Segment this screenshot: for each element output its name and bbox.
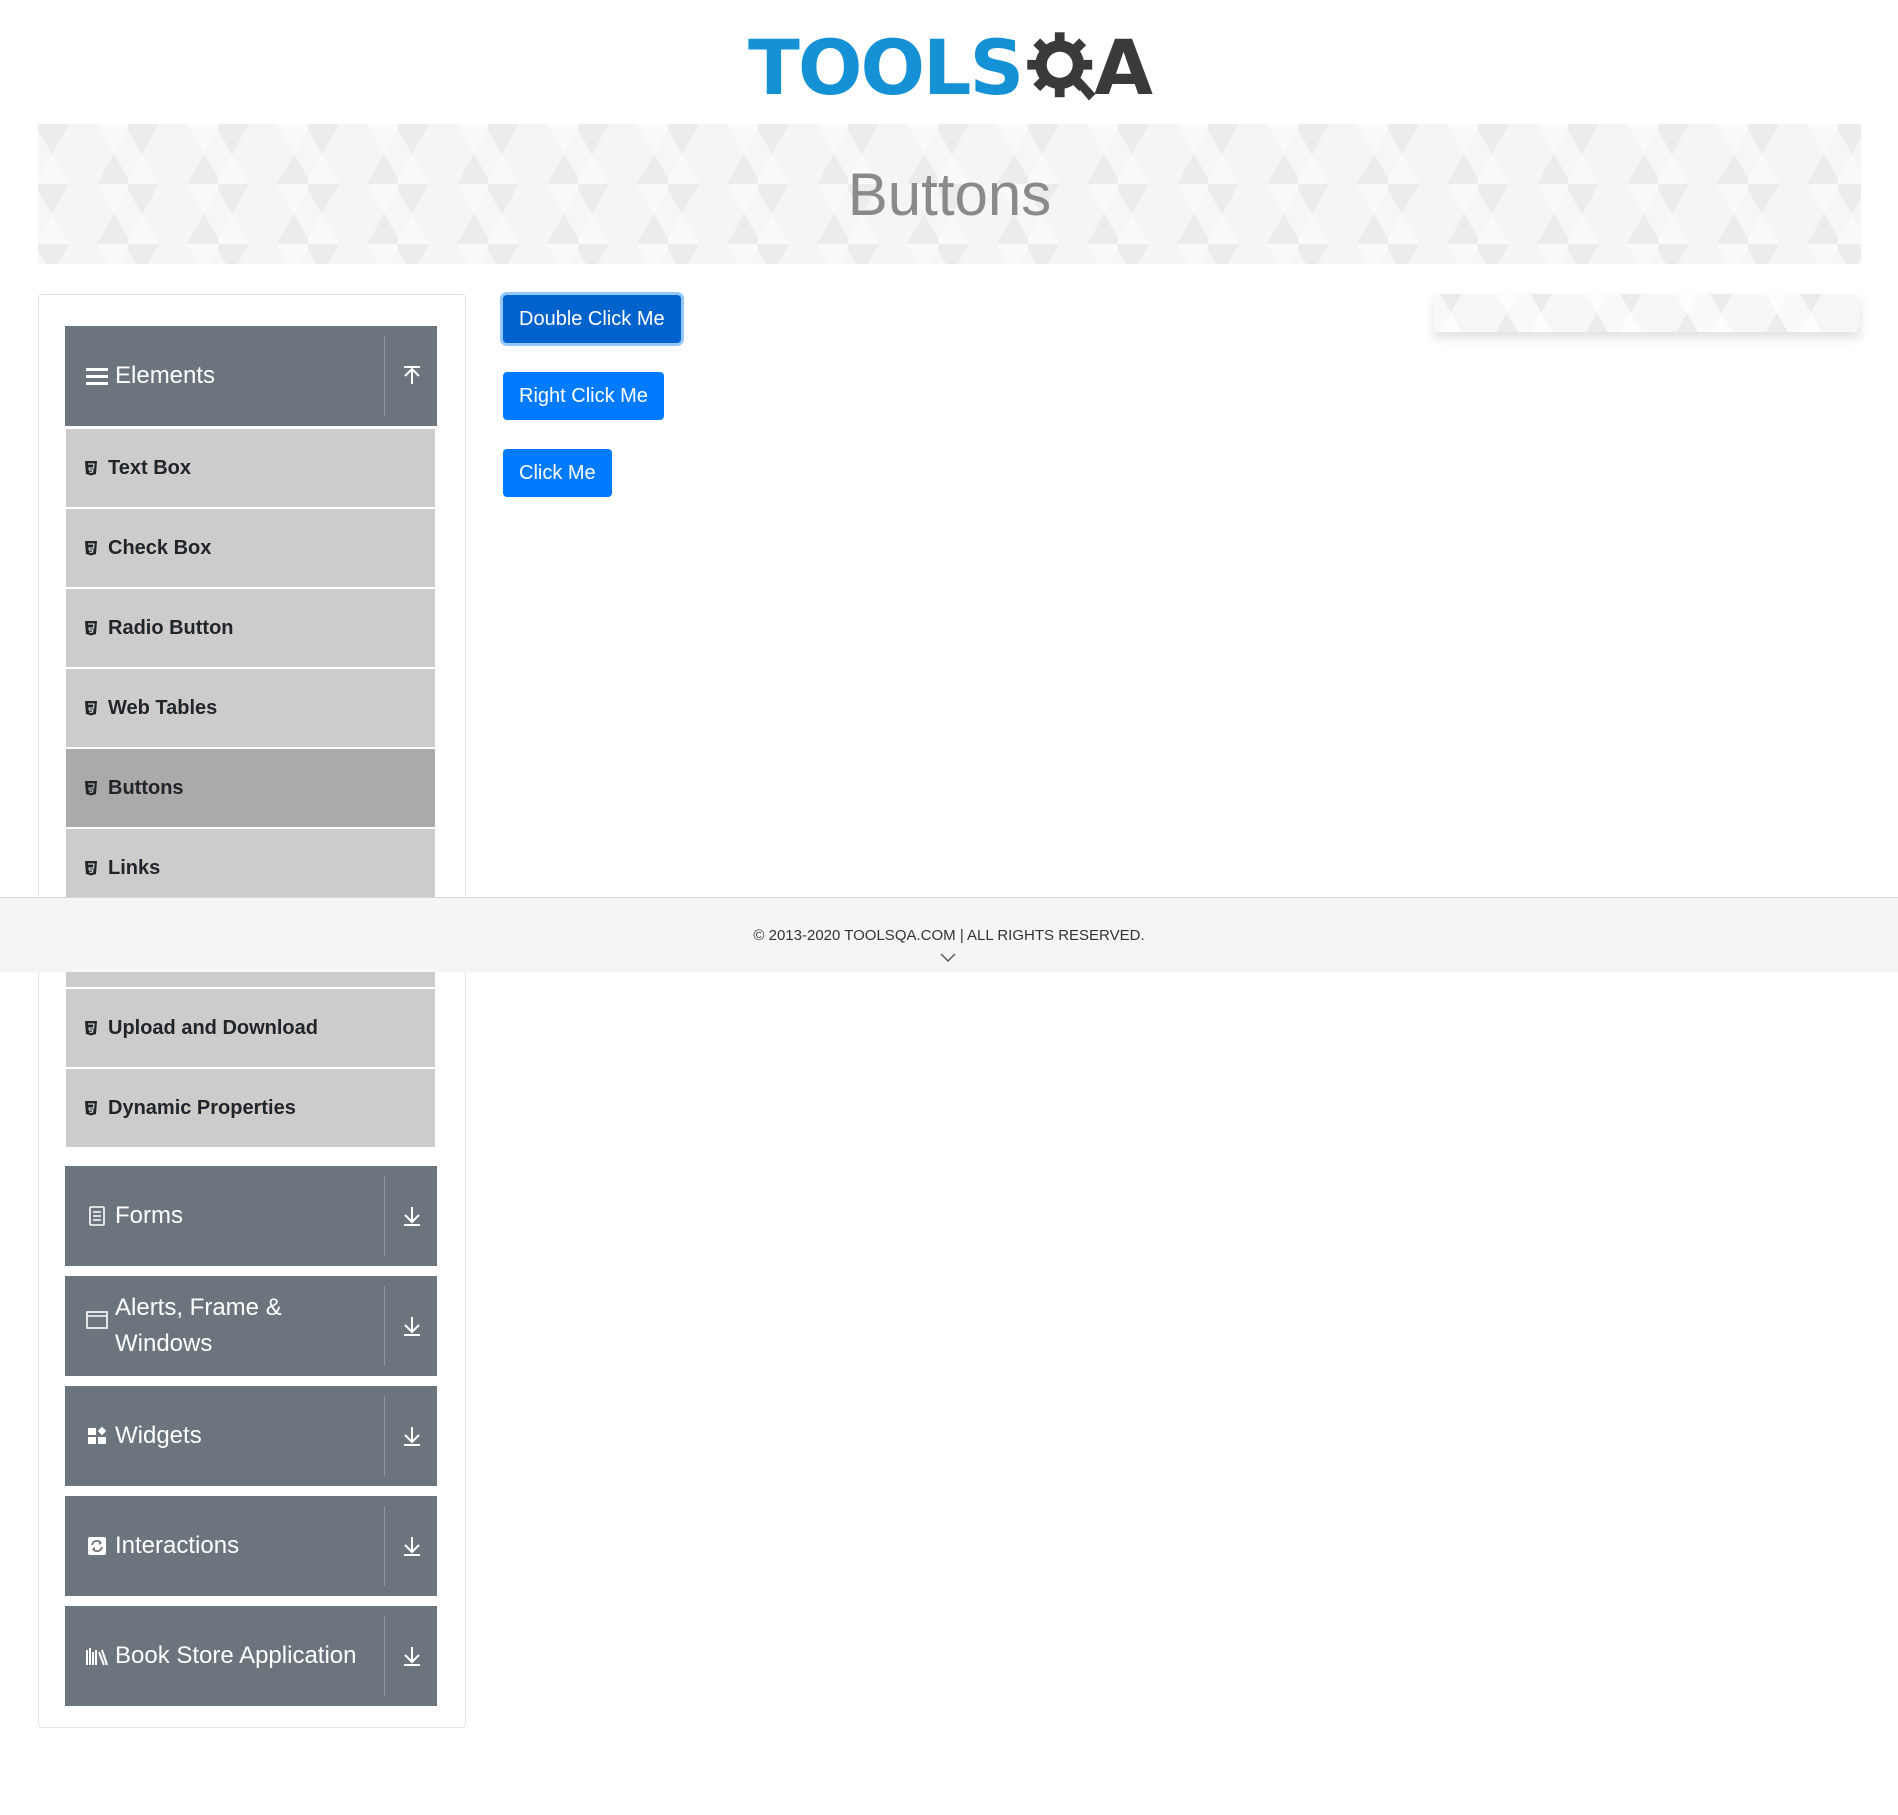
footer: © 2013-2020 TOOLSQA.COM | ALL RIGHTS RES… (0, 897, 1898, 972)
footer-copyright: © 2013-2020 TOOLSQA.COM | ALL RIGHTS RES… (753, 926, 1145, 944)
sidebar: Elements Text Box Check Box Radio Button… (38, 294, 466, 1728)
sidebar-group-label: Interactions (115, 1532, 240, 1559)
right-click-button[interactable]: Right Click Me (503, 372, 664, 420)
group-separator (384, 1616, 385, 1696)
interactions-icon (85, 1534, 109, 1558)
group-separator (384, 1286, 385, 1366)
click-me-button[interactable]: Click Me (503, 449, 612, 497)
sidebar-item-check-box[interactable]: Check Box (66, 509, 435, 587)
html5-icon (84, 860, 98, 876)
group-separator (384, 1396, 385, 1476)
html5-icon (84, 700, 98, 716)
sidebar-item-label: Upload and Download (108, 1016, 318, 1039)
double-click-button[interactable]: Double Click Me (503, 295, 681, 343)
window-icon (85, 1308, 109, 1332)
sidebar-item-label: Radio Button (108, 616, 234, 639)
sidebar-group-book-store-application[interactable]: Book Store Application (65, 1606, 437, 1706)
expand-down-icon[interactable] (397, 1311, 427, 1341)
collapse-up-icon[interactable] (397, 361, 427, 391)
html5-icon (84, 1100, 98, 1116)
sidebar-group-elements[interactable]: Elements (65, 326, 437, 426)
expand-down-icon[interactable] (397, 1531, 427, 1561)
group-separator (384, 1506, 385, 1586)
sidebar-item-label: Web Tables (108, 696, 218, 719)
hamburger-icon (85, 364, 109, 388)
chevron-down-icon[interactable] (940, 953, 956, 963)
sidebar-item-label: Links (108, 856, 161, 879)
toolsqa-logo[interactable]: TOOLS A (748, 20, 1153, 116)
gear-q-icon (1027, 32, 1096, 101)
page-title: Buttons (847, 160, 1052, 228)
sidebar-group-label: Forms (115, 1202, 183, 1229)
group-separator (384, 1176, 385, 1256)
sidebar-item-label: Dynamic Properties (108, 1096, 296, 1119)
expand-down-icon[interactable] (397, 1421, 427, 1451)
sidebar-item-radio-button[interactable]: Radio Button (66, 589, 435, 667)
sidebar-group-forms[interactable]: Forms (65, 1166, 437, 1266)
sidebar-item-web-tables[interactable]: Web Tables (66, 669, 435, 747)
sidebar-group-label: Elements (115, 362, 216, 389)
sidebar-group-widgets[interactable]: Widgets (65, 1386, 437, 1486)
sidebar-group-interactions[interactable]: Interactions (65, 1496, 437, 1596)
document-icon (85, 1204, 109, 1228)
html5-icon (84, 1020, 98, 1036)
page-banner: Buttons (38, 124, 1861, 264)
sidebar-item-label: Check Box (108, 536, 212, 559)
ad-placeholder (1434, 294, 1860, 332)
widgets-icon (85, 1424, 109, 1448)
sidebar-group-label: Alerts, Frame & Windows (115, 1294, 282, 1357)
sidebar-group-label: Widgets (115, 1422, 202, 1449)
sidebar-item-buttons[interactable]: Buttons (66, 749, 435, 827)
sidebar-group-label: Book Store Application (115, 1642, 357, 1669)
sidebar-item-links[interactable]: Links (66, 829, 435, 907)
expand-down-icon[interactable] (397, 1201, 427, 1231)
sidebar-item-text-box[interactable]: Text Box (66, 429, 435, 507)
html5-icon (84, 620, 98, 636)
group-separator (384, 336, 385, 416)
sidebar-item-upload-and-download[interactable]: Upload and Download (66, 989, 435, 1067)
logo-letter-a: A (1094, 23, 1153, 112)
sidebar-item-label: Text Box (108, 456, 191, 479)
sidebar-item-dynamic-properties[interactable]: Dynamic Properties (66, 1069, 435, 1147)
html5-icon (84, 540, 98, 556)
books-icon (85, 1644, 109, 1668)
html5-icon (84, 780, 98, 796)
html5-icon (84, 460, 98, 476)
expand-down-icon[interactable] (397, 1641, 427, 1671)
sidebar-item-label: Buttons (108, 776, 184, 799)
logo-text: TOOLS (748, 23, 1024, 112)
sidebar-group-alerts-frame-windows[interactable]: Alerts, Frame & Windows (65, 1276, 437, 1376)
